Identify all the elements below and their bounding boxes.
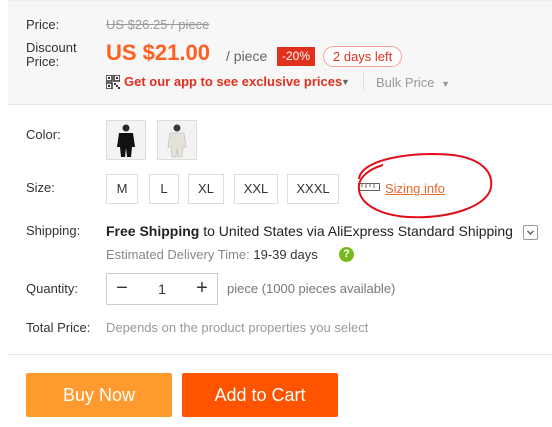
size-option-xxl[interactable]: XXL bbox=[234, 174, 278, 204]
estimated-delivery: Estimated Delivery Time: 19-39 days bbox=[106, 247, 318, 262]
shipping-label: Shipping: bbox=[26, 223, 81, 238]
quantity-stepper: − 1 + bbox=[106, 273, 218, 305]
section-divider bbox=[8, 354, 552, 355]
original-price: US $26.25 / piece bbox=[106, 17, 210, 32]
chevron-down-icon: ▼ bbox=[441, 79, 451, 89]
size-option-m[interactable]: M bbox=[106, 174, 138, 204]
size-option-l[interactable]: L bbox=[149, 174, 179, 204]
total-price-label: Total Price: bbox=[26, 320, 91, 335]
chevron-down-icon: ▼ bbox=[341, 77, 350, 87]
chevron-down-icon bbox=[527, 230, 534, 235]
bulk-price-dropdown[interactable]: Bulk Price ▼ bbox=[376, 75, 450, 90]
buy-now-button[interactable]: Buy Now bbox=[26, 373, 172, 417]
annotation-circle bbox=[357, 153, 493, 219]
product-thumbnail bbox=[158, 121, 196, 159]
app-promo-text: Get our app to see exclusive prices bbox=[124, 74, 343, 89]
size-option-xl[interactable]: XL bbox=[188, 174, 224, 204]
add-to-cart-button[interactable]: Add to Cart bbox=[182, 373, 338, 417]
quantity-input[interactable]: 1 bbox=[137, 274, 187, 304]
quantity-available: piece (1000 pieces available) bbox=[227, 281, 396, 296]
discount-badge: -20% bbox=[277, 47, 315, 66]
price-unit: / piece bbox=[226, 48, 268, 64]
qr-code-icon bbox=[106, 75, 120, 89]
shipping-dropdown[interactable] bbox=[523, 225, 538, 240]
shipping-destination: to United States via AliExpress Standard… bbox=[203, 223, 513, 239]
size-option-xxxl[interactable]: XXXL bbox=[287, 174, 339, 204]
size-label: Size: bbox=[26, 180, 55, 195]
quantity-label: Quantity: bbox=[26, 281, 79, 296]
current-price: US $21.00 bbox=[106, 40, 210, 65]
decrease-quantity-button[interactable]: − bbox=[107, 274, 137, 304]
discount-price-label: Discount Price: bbox=[26, 41, 77, 69]
delivery-days: 19-39 days bbox=[253, 247, 318, 262]
color-option-black[interactable] bbox=[106, 120, 146, 160]
product-thumbnail bbox=[107, 121, 145, 159]
delivery-label: Estimated Delivery Time: bbox=[106, 247, 250, 262]
color-option-white[interactable] bbox=[157, 120, 197, 160]
time-left-badge: 2 days left bbox=[323, 46, 403, 67]
discount-label-line1: Discount bbox=[26, 40, 77, 55]
app-promo-link[interactable]: Get our app to see exclusive prices ▼ bbox=[106, 73, 356, 93]
color-label: Color: bbox=[26, 127, 61, 142]
price-label: Price: bbox=[26, 17, 60, 32]
increase-quantity-button[interactable]: + bbox=[187, 274, 217, 304]
shipping-method: Free Shipping to United States via AliEx… bbox=[106, 223, 513, 239]
divider bbox=[363, 73, 364, 91]
discount-label-line2: Price: bbox=[26, 54, 60, 69]
help-icon[interactable]: ? bbox=[339, 247, 354, 262]
total-price-value: Depends on the product properties you se… bbox=[106, 320, 369, 335]
free-shipping-text: Free Shipping bbox=[106, 223, 200, 239]
bulk-price-label: Bulk Price bbox=[376, 75, 435, 90]
